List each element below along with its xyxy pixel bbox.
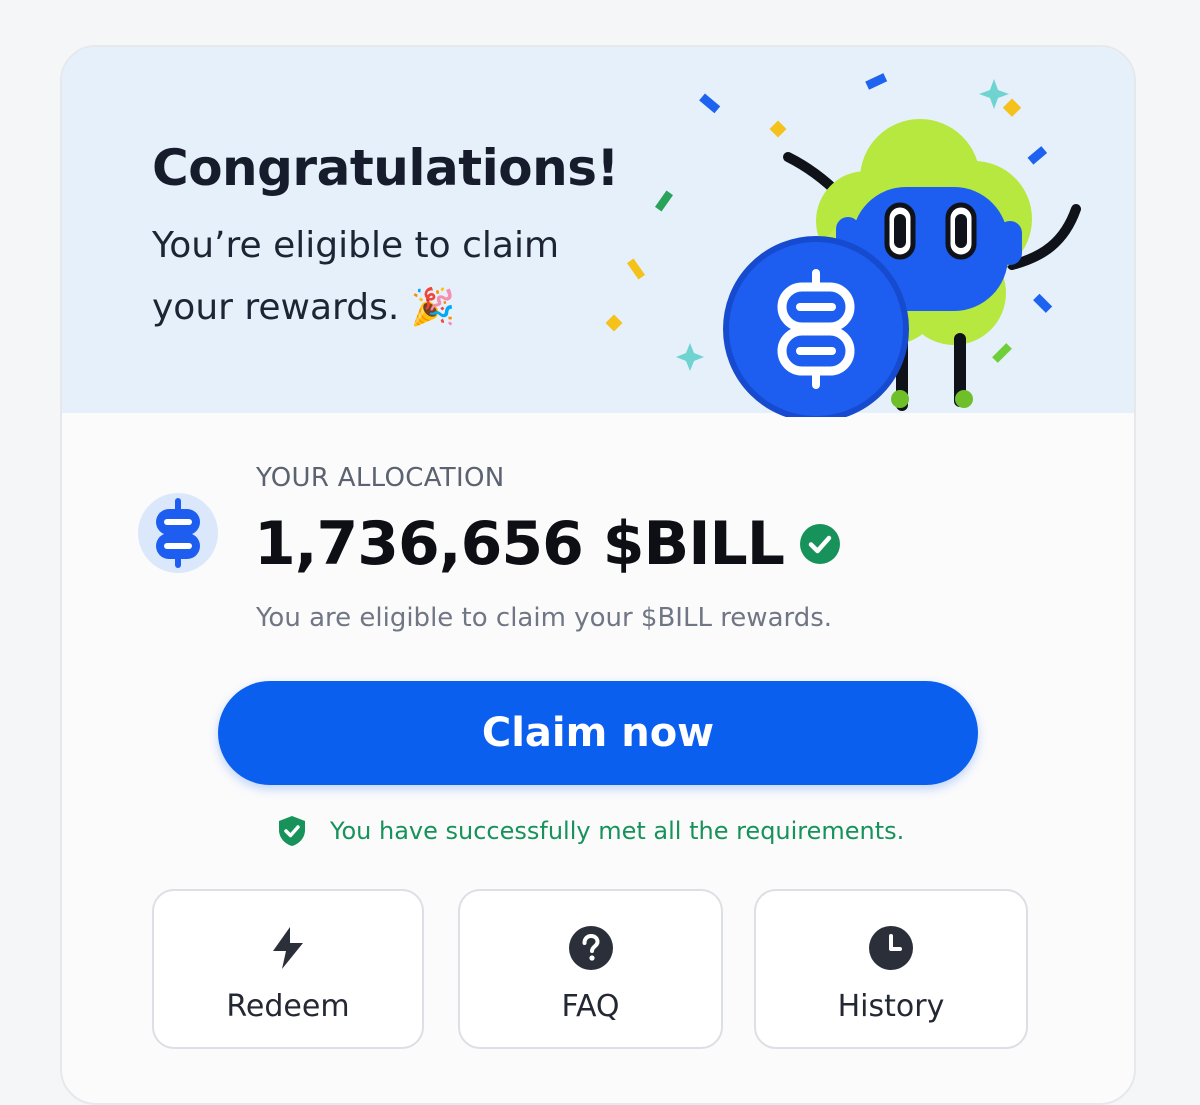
mascot-illustration (605, 73, 1081, 417)
shield-check-icon (279, 816, 305, 846)
allocation-row: 1,736,656 $BILL (254, 509, 840, 579)
redeem-action-card[interactable]: Redeem (152, 889, 424, 1049)
redeem-label: Redeem (226, 989, 350, 1024)
allocation-amount: 1,736,656 $BILL (254, 509, 785, 579)
faq-label: FAQ (561, 989, 620, 1024)
clock-icon (869, 926, 913, 970)
allocation-note: You are eligible to claim your $BILL rew… (256, 603, 833, 633)
rewards-card: Congratulations! You’re eligible to clai… (60, 45, 1136, 1105)
verified-check-icon (799, 524, 840, 564)
history-action-card[interactable]: History (754, 889, 1028, 1049)
claim-now-button[interactable]: Claim now (218, 681, 978, 785)
hero-title: Congratulations! (152, 139, 619, 197)
allocation-label: YOUR ALLOCATION (256, 463, 505, 493)
bill-token-icon (138, 493, 218, 573)
hero-subtitle: You’re eligible to claim your rewards. 🎉 (152, 225, 560, 328)
requirements-text: You have successfully met all the requir… (330, 817, 905, 845)
faq-action-card[interactable]: FAQ (458, 889, 723, 1049)
hero-banner: Congratulations! You’re eligible to clai… (62, 47, 1134, 417)
bill-coin-icon (723, 236, 909, 417)
history-label: History (837, 989, 945, 1024)
requirements-status: You have successfully met all the requir… (278, 815, 904, 847)
question-icon (568, 926, 613, 970)
lightning-icon (273, 927, 303, 969)
